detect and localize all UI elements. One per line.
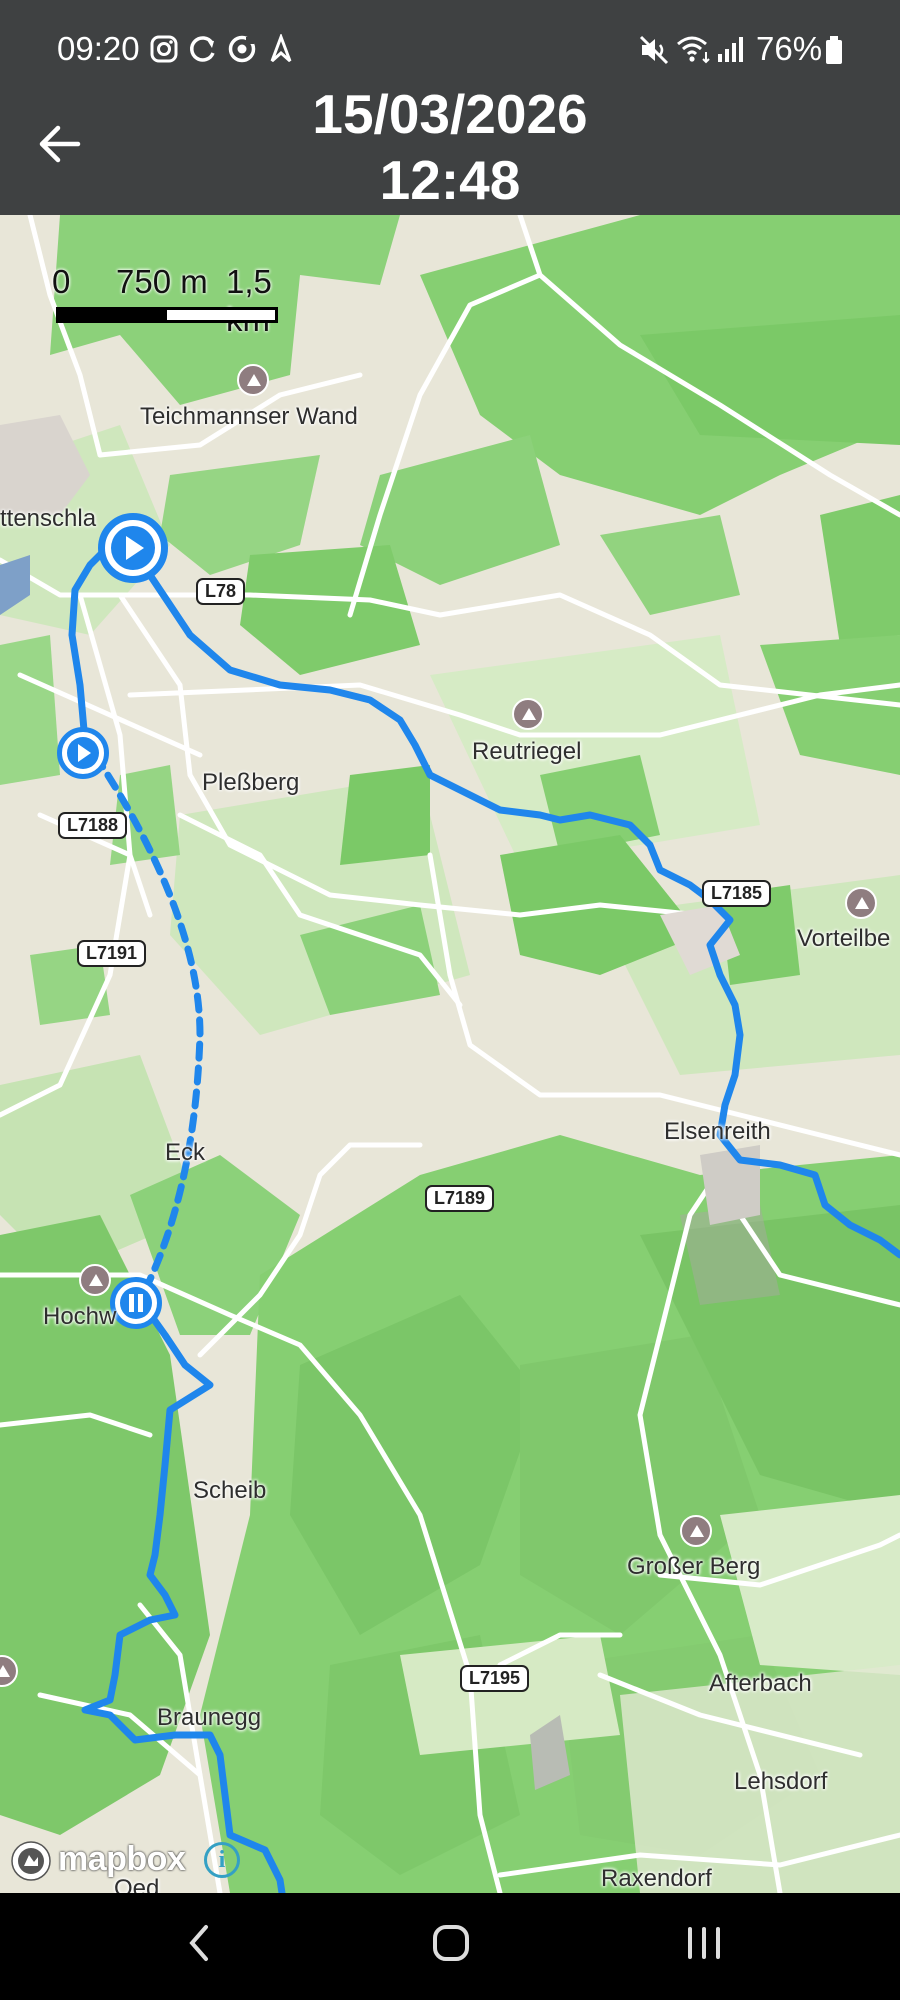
place-label: Eck: [165, 1139, 206, 1166]
route-start-marker[interactable]: [98, 513, 168, 583]
play-icon: [67, 737, 99, 769]
road-shield: L7185: [702, 880, 772, 907]
peak-icon: [79, 1264, 111, 1296]
battery-icon: [824, 34, 844, 71]
instagram-icon: [149, 34, 179, 69]
sync-icon: [188, 34, 218, 69]
mapbox-wordmark: mapbox: [58, 1840, 186, 1878]
place-label: Lehsdorf: [734, 1768, 828, 1795]
nav-home-button[interactable]: [411, 1913, 491, 1973]
route-segment-east: [128, 541, 900, 1259]
road-shield: L7189: [425, 1185, 495, 1212]
signal-icon: [716, 34, 746, 69]
peak-icon: [845, 887, 877, 919]
place-label: Elsenreith: [664, 1118, 771, 1145]
nav-back-button[interactable]: [160, 1913, 240, 1973]
road-shield: L78: [196, 578, 246, 605]
place-label: Reutriegel: [472, 738, 582, 765]
peak-icon: [680, 1515, 712, 1547]
place-label: Pleßberg: [202, 769, 300, 796]
mute-icon: [638, 34, 670, 71]
road-shield: L7188: [58, 812, 128, 839]
activity-time: 12:48: [379, 149, 521, 211]
place-label: Afterbach: [709, 1670, 812, 1697]
route-overlay: [68, 541, 900, 1893]
place-label: Teichmannser Wand: [140, 403, 358, 430]
peak-icon: [237, 364, 269, 396]
route-segment-south: [81, 1296, 286, 1893]
status-time: 09:20: [57, 30, 140, 67]
mapbox-icon: [11, 1841, 51, 1881]
peak-icon: [512, 698, 544, 730]
road-shield: L7191: [77, 940, 147, 967]
place-label: Braunegg: [157, 1704, 262, 1731]
attribution-info-button[interactable]: i: [204, 1842, 240, 1878]
battery-percentage: 76%: [756, 30, 823, 67]
place-label: Vorteilbe: [797, 925, 891, 952]
road-shield: L7195: [460, 1665, 530, 1692]
route-map[interactable]: 0 750 m 1,5 km Teichmannser Wand ttensch…: [0, 215, 900, 1893]
play-icon: [111, 526, 155, 570]
place-label: Raxendorf: [601, 1865, 712, 1892]
place-label: Großer Berg: [627, 1553, 761, 1580]
system-nav-bar: [0, 1893, 900, 2000]
app-header: 09:20 76% 15/03/2026 12:48: [0, 0, 900, 215]
segment-resume-marker[interactable]: [57, 727, 109, 779]
nav-back-icon: [189, 1925, 208, 1961]
navigation-arrow-icon: [266, 32, 296, 69]
nav-recents-button[interactable]: [664, 1913, 744, 1973]
nav-recents-icon: [688, 1927, 720, 1959]
nav-home-icon: [433, 1925, 469, 1961]
target-icon: [227, 34, 257, 69]
activity-date: 15/03/2026: [312, 83, 588, 145]
pause-icon: [120, 1287, 152, 1319]
wifi-icon: [676, 34, 712, 71]
pause-marker[interactable]: [110, 1277, 162, 1329]
place-label: Hochw: [43, 1303, 117, 1330]
place-label: Scheib: [193, 1477, 267, 1504]
place-label: ttenschla: [0, 505, 97, 532]
